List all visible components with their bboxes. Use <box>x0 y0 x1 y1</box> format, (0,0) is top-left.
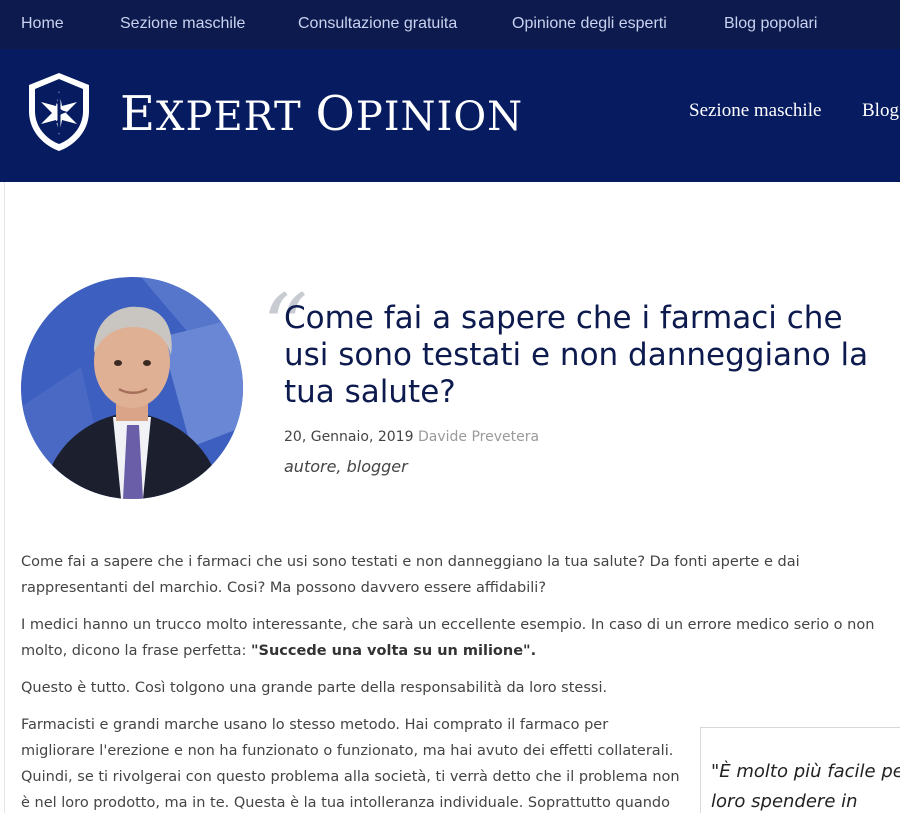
article-meta: 20, Gennaio, 2019 Davide Prevetera <box>284 429 539 445</box>
site-logo-text[interactable]: EXPERT OPINION <box>120 86 523 142</box>
logo-letter-o: O <box>315 86 356 142</box>
logo-word-pinion: PINION <box>355 94 524 140</box>
article-author-link[interactable]: Davide Prevetera <box>418 429 539 445</box>
logo-letter-e: E <box>120 86 157 142</box>
article-paragraph-1: Come fai a sapere che i farmaci che usi … <box>21 554 800 596</box>
sidebar-quote-line-1: "È molto più facile per <box>711 761 900 782</box>
article-paragraph-2-bold: "Succede una volta su un milione". <box>250 643 537 659</box>
topnav-popular-blogs-link[interactable]: Blog popolari <box>724 15 817 33</box>
topnav-men-section-link[interactable]: Sezione maschile <box>120 15 245 33</box>
header-nav-men-section[interactable]: Sezione maschile <box>689 100 821 122</box>
article-title: Come fai a sapere che i farmaci che usi … <box>284 300 869 410</box>
topnav-free-consultation-link[interactable]: Consultazione gratuita <box>298 15 457 33</box>
site-header: EXPERT OPINION Sezione maschile Blog <box>0 49 900 182</box>
article-paragraph-2: I medici hanno un trucco molto interessa… <box>21 612 900 664</box>
header-nav-blog[interactable]: Blog <box>862 100 899 122</box>
medical-shield-logo-icon[interactable] <box>21 71 97 153</box>
author-role: autore, blogger <box>284 457 408 476</box>
article-date: 20, Gennaio, 2019 <box>284 429 414 445</box>
article-paragraph-3: Questo è tutto. Così tolgono una grande … <box>21 680 608 696</box>
topnav-expert-opinion-link[interactable]: Opinione degli esperti <box>512 15 667 33</box>
topnav-home-link[interactable]: Home <box>21 15 64 33</box>
sidebar-quote-line-2: loro spendere in <box>711 791 858 812</box>
logo-word-xpert: XPERT <box>156 94 316 140</box>
article-paragraph-4: Farmacisti e grandi marche usano lo stes… <box>21 717 680 811</box>
top-navigation-bar: Home Sezione maschile Consultazione grat… <box>0 0 900 49</box>
author-photo <box>21 277 243 499</box>
sidebar-quote-text: "È molto più facile per loro spendere in <box>711 757 900 813</box>
